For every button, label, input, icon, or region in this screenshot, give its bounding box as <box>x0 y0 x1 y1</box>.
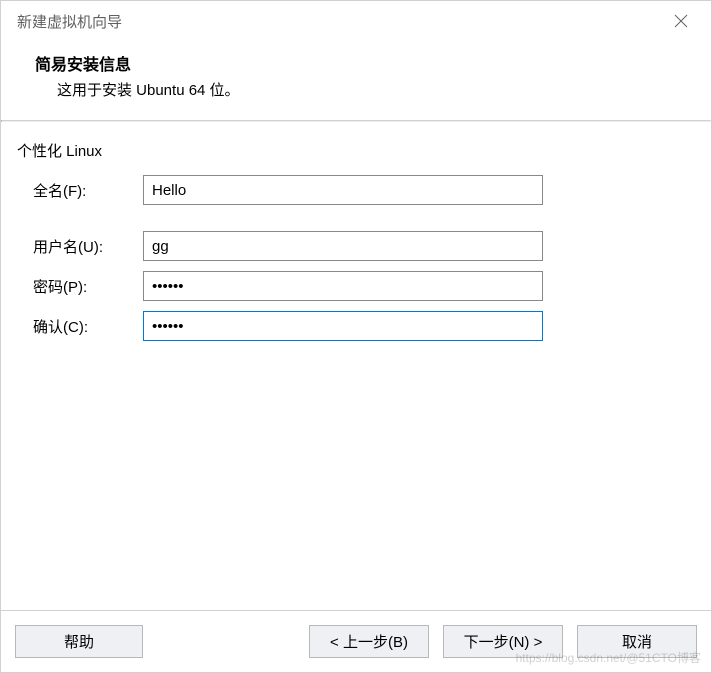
wizard-header: 简易安装信息 这用于安装 Ubuntu 64 位。 <box>1 41 711 120</box>
cancel-button[interactable]: 取消 <box>577 625 697 658</box>
label-full-name: 全名(F): <box>17 180 143 201</box>
window-title: 新建虚拟机向导 <box>17 11 122 32</box>
label-password: 密码(P): <box>17 276 143 297</box>
row-confirm: 确认(C): <box>17 311 695 341</box>
section-title: 个性化 Linux <box>17 140 695 161</box>
titlebar: 新建虚拟机向导 <box>1 1 711 41</box>
row-password: 密码(P): <box>17 271 695 301</box>
input-password[interactable] <box>143 271 543 301</box>
label-user-name: 用户名(U): <box>17 236 143 257</box>
back-button[interactable]: < 上一步(B) <box>309 625 429 658</box>
row-full-name: 全名(F): <box>17 175 695 205</box>
page-subtitle: 这用于安装 Ubuntu 64 位。 <box>57 79 695 100</box>
input-confirm[interactable] <box>143 311 543 341</box>
form-body: 个性化 Linux 全名(F): 用户名(U): 密码(P): 确认(C): <box>1 122 711 341</box>
help-button[interactable]: 帮助 <box>15 625 143 658</box>
page-title: 简易安装信息 <box>35 51 695 75</box>
next-button[interactable]: 下一步(N) > <box>443 625 563 658</box>
close-icon[interactable] <box>667 7 695 35</box>
row-user-name: 用户名(U): <box>17 231 695 261</box>
input-user-name[interactable] <box>143 231 543 261</box>
input-full-name[interactable] <box>143 175 543 205</box>
button-bar: 帮助 < 上一步(B) 下一步(N) > 取消 <box>1 610 711 672</box>
label-confirm: 确认(C): <box>17 316 143 337</box>
nav-buttons: < 上一步(B) 下一步(N) > 取消 <box>309 625 697 658</box>
